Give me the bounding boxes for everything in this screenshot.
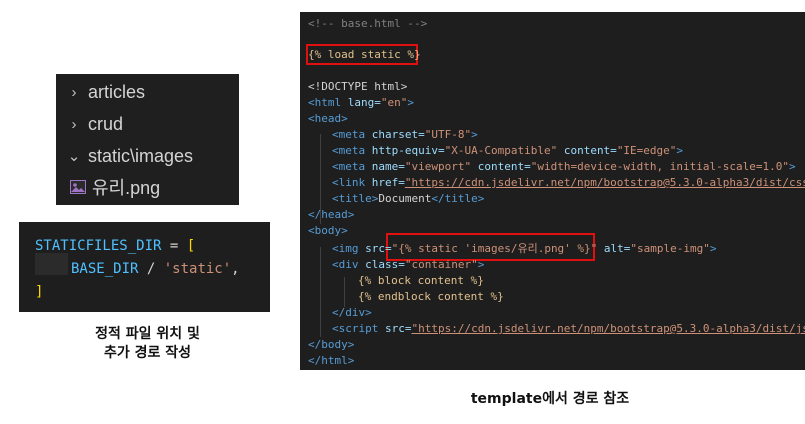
code-line-body-close: </body> — [308, 338, 355, 351]
code-line-link: <link href="https://cdn.jsdelivr.net/npm… — [332, 176, 805, 189]
template-editor-panel: <!-- base.html --> {% load static %} <!D… — [300, 12, 805, 370]
code-line-load-static: {% load static %} — [308, 48, 421, 61]
chevron-right-icon: › — [71, 83, 77, 101]
code-line-head-close: </head> — [308, 208, 355, 221]
left-caption-line-2: 추가 경로 작성 — [103, 345, 192, 361]
settings-code-panel: STATICFILES_DIR = [ BASE_DIR / 'static',… — [19, 222, 270, 312]
code-line-head-open: <head> — [308, 112, 348, 125]
code-line-doctype: <!DOCTYPE html> — [308, 80, 408, 93]
indent-guide — [344, 277, 345, 307]
code-line-html-close: </html> — [308, 354, 355, 367]
code-line-3: ] — [35, 284, 44, 300]
folder-static-images[interactable]: ⌄ static\images — [64, 143, 193, 169]
code-line-1: STATICFILES_DIR = [ — [35, 238, 196, 254]
file-label: 유리.png — [92, 178, 161, 198]
left-caption: 정적 파일 위치 및 추가 경로 작성 — [60, 325, 235, 363]
left-caption-line-1: 정적 파일 위치 및 — [95, 326, 200, 342]
code-line-meta-viewport: <meta name="viewport" content="width=dev… — [332, 160, 796, 173]
image-file-icon — [70, 180, 86, 194]
code-line-2: BASE_DIR / 'static', — [71, 261, 240, 277]
file-yuri-png[interactable]: 유리.png — [70, 174, 160, 200]
file-explorer-panel: › articles › crud ⌄ static\images 유리.png — [56, 74, 239, 205]
code-line-div-close: </div> — [332, 306, 372, 319]
code-line-meta-http-equiv: <meta http-equiv="X-UA-Compatible" conte… — [332, 144, 684, 157]
folder-label: crud — [88, 113, 124, 134]
code-line-meta-charset: <meta charset="UTF-8"> — [332, 128, 478, 141]
code-line-body-open: <body> — [308, 224, 348, 237]
code-line-block-content: {% block content %} — [358, 274, 484, 287]
code-line-comment: <!-- base.html --> — [308, 17, 428, 30]
right-caption: template에서 경로 참조 — [470, 391, 630, 407]
folder-crud[interactable]: › crud — [64, 111, 124, 137]
folder-articles[interactable]: › articles — [64, 79, 146, 105]
code-line-img: <img src="{% static 'images/유리.png' %}" … — [332, 242, 717, 255]
folder-label: static\images — [88, 145, 194, 166]
code-line-html-open: <html lang="en"> — [308, 96, 414, 109]
code-line-div-open: <div class="container"> — [332, 258, 485, 271]
folder-label: articles — [88, 81, 146, 102]
code-line-endblock-content: {% endblock content %} — [358, 290, 504, 303]
indent-guide — [320, 247, 321, 337]
code-line-script: <script src="https://cdn.jsdelivr.net/np… — [332, 322, 805, 335]
chevron-right-icon: › — [71, 115, 77, 133]
chevron-down-icon: ⌄ — [67, 148, 81, 165]
indent-guide — [35, 253, 68, 275]
code-line-title: <title>Document</title> — [332, 192, 485, 205]
